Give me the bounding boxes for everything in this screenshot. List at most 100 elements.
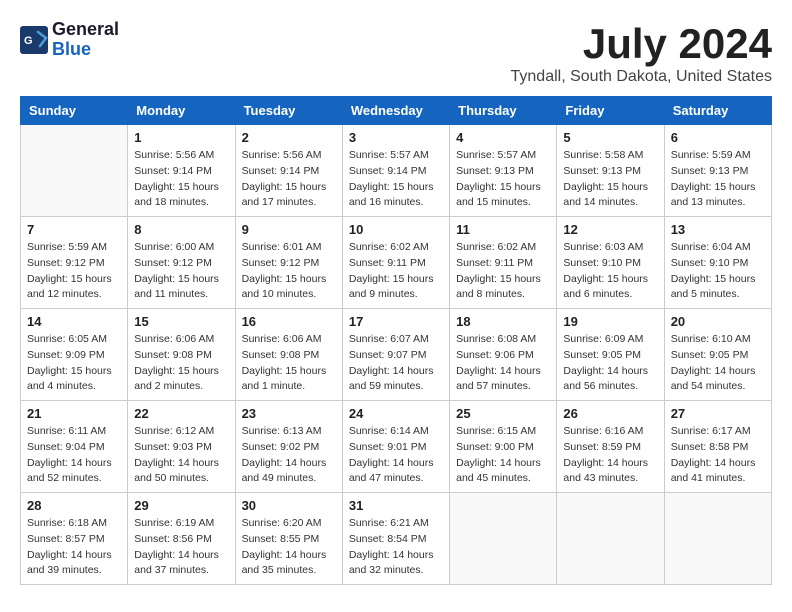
calendar-cell: 21Sunrise: 6:11 AMSunset: 9:04 PMDayligh… [21,401,128,493]
day-info: Sunrise: 6:03 AMSunset: 9:10 PMDaylight:… [563,240,657,303]
calendar-cell: 18 Sunrise: 6:08 AMSunset: 9:06 PMDayligh… [450,309,557,401]
day-info: Sunrise: 6:00 AMSunset: 9:12 PMDaylight:… [134,240,228,303]
day-number: 29 [134,498,228,513]
day-info: Sunrise: 6:10 AMSunset: 9:05 PMDaylight:… [671,332,765,395]
day-info: Sunrise: 6:14 AMSunset: 9:01 PMDaylight:… [349,424,443,487]
day-number: 6 [671,130,765,145]
calendar-cell: 2 Sunrise: 5:56 AMSunset: 9:14 PMDaylight… [235,125,342,217]
calendar-cell: 29 Sunrise: 6:19 AMSunset: 8:56 PMDayligh… [128,493,235,585]
day-info: Sunrise: 6:11 AMSunset: 9:04 PMDaylight:… [27,424,121,487]
day-number: 15 [134,314,228,329]
day-number: 16 [242,314,336,329]
day-number: 25 [456,406,550,421]
day-info: Sunrise: 6:17 AMSunset: 8:58 PMDaylight:… [671,424,765,487]
day-number: 5 [563,130,657,145]
day-header-wednesday: Wednesday [342,97,449,125]
calendar-cell: 17 Sunrise: 6:07 AMSunset: 9:07 PMDayligh… [342,309,449,401]
day-number: 17 [349,314,443,329]
day-info: Sunrise: 6:05 AMSunset: 9:09 PMDaylight:… [27,332,121,395]
calendar-week-3: 21Sunrise: 6:11 AMSunset: 9:04 PMDayligh… [21,401,772,493]
calendar-cell: 20 Sunrise: 6:10 AMSunset: 9:05 PMDayligh… [664,309,771,401]
calendar-cell: 31 Sunrise: 6:21 AMSunset: 8:54 PMDayligh… [342,493,449,585]
day-info: Sunrise: 6:04 AMSunset: 9:10 PMDaylight:… [671,240,765,303]
calendar-cell [21,125,128,217]
calendar-cell: 14Sunrise: 6:05 AMSunset: 9:09 PMDayligh… [21,309,128,401]
day-header-saturday: Saturday [664,97,771,125]
calendar-cell: 8 Sunrise: 6:00 AMSunset: 9:12 PMDaylight… [128,217,235,309]
day-number: 28 [27,498,121,513]
day-info: Sunrise: 6:02 AMSunset: 9:11 PMDaylight:… [349,240,443,303]
calendar-cell: 16Sunrise: 6:06 AMSunset: 9:08 PMDayligh… [235,309,342,401]
day-info: Sunrise: 6:15 AMSunset: 9:00 PMDaylight:… [456,424,550,487]
calendar-table: SundayMondayTuesdayWednesdayThursdayFrid… [20,96,772,585]
calendar-week-0: 1 Sunrise: 5:56 AMSunset: 9:14 PMDaylight… [21,125,772,217]
calendar-cell: 22 Sunrise: 6:12 AMSunset: 9:03 PMDayligh… [128,401,235,493]
day-info: Sunrise: 6:21 AMSunset: 8:54 PMDaylight:… [349,516,443,579]
calendar-cell: 30Sunrise: 6:20 AMSunset: 8:55 PMDayligh… [235,493,342,585]
day-number: 9 [242,222,336,237]
day-number: 8 [134,222,228,237]
calendar-cell: 12 Sunrise: 6:03 AMSunset: 9:10 PMDayligh… [557,217,664,309]
title-area: July 2024 Tyndall, South Dakota, United … [511,20,772,86]
calendar-cell: 5 Sunrise: 5:58 AMSunset: 9:13 PMDaylight… [557,125,664,217]
calendar-cell [450,493,557,585]
calendar-header-row: SundayMondayTuesdayWednesdayThursdayFrid… [21,97,772,125]
day-number: 27 [671,406,765,421]
day-info: Sunrise: 5:58 AMSunset: 9:13 PMDaylight:… [563,148,657,211]
svg-text:G: G [24,35,33,47]
day-number: 22 [134,406,228,421]
calendar-cell: 3Sunrise: 5:57 AMSunset: 9:14 PMDaylight… [342,125,449,217]
day-number: 11 [456,222,550,237]
day-number: 12 [563,222,657,237]
day-number: 23 [242,406,336,421]
day-info: Sunrise: 6:13 AMSunset: 9:02 PMDaylight:… [242,424,336,487]
calendar-week-2: 14Sunrise: 6:05 AMSunset: 9:09 PMDayligh… [21,309,772,401]
day-number: 18 [456,314,550,329]
day-info: Sunrise: 6:07 AMSunset: 9:07 PMDaylight:… [349,332,443,395]
calendar-cell: 25 Sunrise: 6:15 AMSunset: 9:00 PMDayligh… [450,401,557,493]
day-info: Sunrise: 5:56 AMSunset: 9:14 PMDaylight:… [242,148,336,211]
calendar-cell: 4 Sunrise: 5:57 AMSunset: 9:13 PMDaylight… [450,125,557,217]
day-number: 7 [27,222,121,237]
logo-line2: Blue [52,40,119,60]
day-info: Sunrise: 6:19 AMSunset: 8:56 PMDaylight:… [134,516,228,579]
logo-line1: General [52,20,119,40]
day-number: 31 [349,498,443,513]
calendar-cell: 13 Sunrise: 6:04 AMSunset: 9:10 PMDayligh… [664,217,771,309]
day-number: 13 [671,222,765,237]
calendar-week-1: 7Sunrise: 5:59 AMSunset: 9:12 PMDaylight… [21,217,772,309]
day-info: Sunrise: 6:06 AMSunset: 9:08 PMDaylight:… [134,332,228,395]
calendar-cell: 15 Sunrise: 6:06 AMSunset: 9:08 PMDayligh… [128,309,235,401]
calendar-cell: 28Sunrise: 6:18 AMSunset: 8:57 PMDayligh… [21,493,128,585]
day-info: Sunrise: 5:57 AMSunset: 9:13 PMDaylight:… [456,148,550,211]
day-number: 4 [456,130,550,145]
day-number: 1 [134,130,228,145]
calendar-cell: 19Sunrise: 6:09 AMSunset: 9:05 PMDayligh… [557,309,664,401]
day-number: 26 [563,406,657,421]
calendar-cell: 10Sunrise: 6:02 AMSunset: 9:11 PMDayligh… [342,217,449,309]
logo-icon: G [20,26,48,54]
day-header-thursday: Thursday [450,97,557,125]
day-info: Sunrise: 6:08 AMSunset: 9:06 PMDaylight:… [456,332,550,395]
logo: G General Blue [20,20,119,60]
calendar-cell: 26 Sunrise: 6:16 AMSunset: 8:59 PMDayligh… [557,401,664,493]
day-info: Sunrise: 6:16 AMSunset: 8:59 PMDaylight:… [563,424,657,487]
calendar-cell: 23 Sunrise: 6:13 AMSunset: 9:02 PMDayligh… [235,401,342,493]
day-number: 2 [242,130,336,145]
day-number: 19 [563,314,657,329]
day-number: 24 [349,406,443,421]
day-header-monday: Monday [128,97,235,125]
month-year-title: July 2024 [511,20,772,68]
calendar-cell: 6Sunrise: 5:59 AMSunset: 9:13 PMDaylight… [664,125,771,217]
calendar-cell: 9 Sunrise: 6:01 AMSunset: 9:12 PMDaylight… [235,217,342,309]
calendar-week-4: 28Sunrise: 6:18 AMSunset: 8:57 PMDayligh… [21,493,772,585]
day-number: 20 [671,314,765,329]
calendar-cell: 27 Sunrise: 6:17 AMSunset: 8:58 PMDayligh… [664,401,771,493]
day-info: Sunrise: 6:12 AMSunset: 9:03 PMDaylight:… [134,424,228,487]
day-header-tuesday: Tuesday [235,97,342,125]
day-info: Sunrise: 6:01 AMSunset: 9:12 PMDaylight:… [242,240,336,303]
calendar-cell [557,493,664,585]
calendar-cell: 1Sunrise: 5:56 AMSunset: 9:14 PMDaylight… [128,125,235,217]
calendar-cell: 24 Sunrise: 6:14 AMSunset: 9:01 PMDayligh… [342,401,449,493]
page-header: G General Blue July 2024 Tyndall, South … [20,20,772,86]
